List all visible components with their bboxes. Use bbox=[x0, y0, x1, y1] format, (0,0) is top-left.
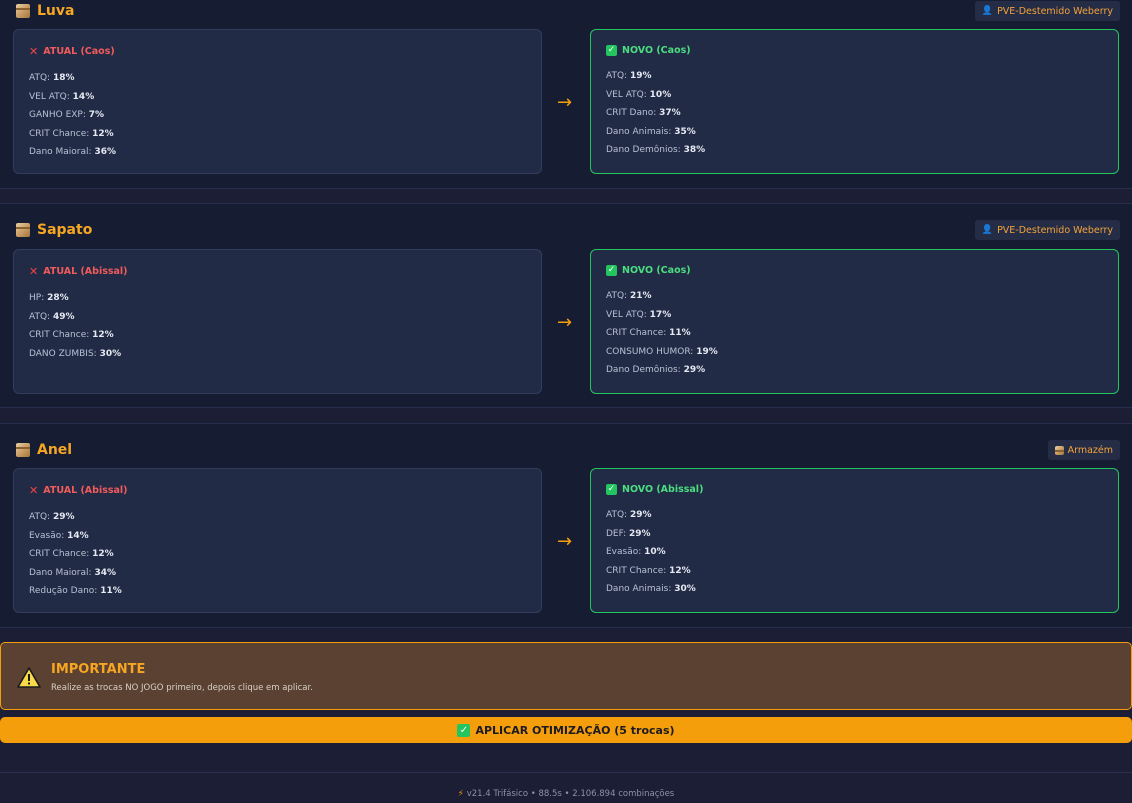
stat-line: VEL ATQ: 14% bbox=[29, 91, 95, 102]
card-header: ✓ NOVO (Caos) bbox=[606, 45, 1103, 56]
arrow-right-icon: → bbox=[557, 312, 573, 333]
stat-line: CRIT Chance: 12% bbox=[29, 128, 114, 139]
stat-line: ATQ: 29% bbox=[29, 512, 75, 522]
stat-line: Redução Dano: 11% bbox=[29, 586, 122, 596]
stat-line: VEL ATQ: 10% bbox=[606, 89, 672, 100]
important-notice: IMPORTANTE Realize as trocas NO JOGO pri… bbox=[0, 642, 1132, 710]
section-title: Luva bbox=[37, 3, 75, 19]
stat-line: ATQ: 49% bbox=[29, 311, 75, 322]
box-icon bbox=[16, 4, 30, 18]
new-item-card: ✓ NOVO (Caos) ATQ: 21% VEL ATQ: 17% CRIT… bbox=[590, 249, 1119, 394]
stat-line: HP: 28% bbox=[29, 293, 69, 303]
section-sapato: Sapato 👤 PVE-Destemido Weberry ✕ ATUAL (… bbox=[0, 203, 1132, 408]
section-luva: Luva 👤 PVE-Destemido Weberry ✕ ATUAL (Ca… bbox=[0, 0, 1132, 189]
stat-line: ATQ: 18% bbox=[29, 73, 75, 83]
stat-line: ATQ: 21% bbox=[606, 291, 652, 301]
stat-line: Evasão: 14% bbox=[29, 530, 89, 541]
stat-line: GANHO EXP: 7% bbox=[29, 110, 105, 120]
card-label: ATUAL (Abissal) bbox=[43, 266, 128, 277]
box-icon bbox=[16, 443, 30, 457]
person-icon: 👤 bbox=[981, 225, 994, 235]
stat-line: ATQ: 29% bbox=[606, 510, 652, 520]
badge-label: PVE-Destemido Weberry bbox=[997, 5, 1113, 17]
section-title: Anel bbox=[37, 442, 73, 458]
box-icon bbox=[16, 223, 30, 237]
location-badge: 👤 PVE-Destemido Weberry bbox=[974, 220, 1120, 240]
location-badge: 👤 PVE-Destemido Weberry bbox=[974, 1, 1120, 21]
stat-line: CRIT Chance: 12% bbox=[606, 565, 691, 576]
section-header: Luva bbox=[16, 1, 74, 21]
card-header: ✕ ATUAL (Abissal) bbox=[29, 265, 526, 278]
stat-line: Dano Animais: 35% bbox=[606, 126, 696, 137]
new-item-card: ✓ NOVO (Abissal) ATQ: 29% DEF: 29% Evasã… bbox=[590, 468, 1119, 613]
check-icon: ✓ bbox=[457, 723, 471, 737]
stat-line: DEF: 29% bbox=[606, 528, 651, 539]
stat-line: CRIT Chance: 12% bbox=[29, 330, 114, 340]
footer: ⚡ v21.4 Trifásico • 88.5s • 2.106.894 com… bbox=[0, 789, 1132, 799]
x-icon: ✕ bbox=[29, 484, 39, 497]
stat-line: Dano Animais: 30% bbox=[606, 584, 696, 594]
x-icon: ✕ bbox=[29, 265, 39, 278]
check-icon: ✓ bbox=[606, 45, 617, 56]
card-label: NOVO (Caos) bbox=[622, 265, 691, 276]
box-icon bbox=[1054, 445, 1064, 455]
card-label: NOVO (Caos) bbox=[622, 45, 691, 56]
badge-label: PVE-Destemido Weberry bbox=[997, 224, 1113, 236]
notice-title: IMPORTANTE bbox=[51, 662, 146, 677]
lightning-icon: ⚡ bbox=[457, 789, 464, 799]
optimizer-page: Luva 👤 PVE-Destemido Weberry ✕ ATUAL (Ca… bbox=[0, 0, 1132, 803]
card-header: ✓ NOVO (Caos) bbox=[606, 265, 1103, 276]
current-item-card: ✕ ATUAL (Abissal) ATQ: 29% Evasão: 14% C… bbox=[13, 468, 542, 613]
notice-text: Realize as trocas NO JOGO primeiro, depo… bbox=[51, 683, 313, 693]
card-header: ✓ NOVO (Abissal) bbox=[606, 484, 1103, 495]
badge-label: Armazém bbox=[1067, 444, 1113, 456]
stat-line: DANO ZUMBIS: 30% bbox=[29, 348, 122, 359]
current-item-card: ✕ ATUAL (Abissal) HP: 28% ATQ: 49% CRIT … bbox=[13, 249, 542, 394]
check-icon: ✓ bbox=[606, 484, 617, 495]
card-label: ATUAL (Caos) bbox=[43, 46, 115, 57]
location-badge: Armazém bbox=[1047, 440, 1120, 460]
person-icon: 👤 bbox=[981, 6, 994, 16]
arrow-right-icon: → bbox=[557, 92, 573, 113]
footer-divider bbox=[0, 772, 1132, 773]
stat-line: CRIT Chance: 11% bbox=[606, 328, 691, 338]
stat-line: Dano Demônios: 29% bbox=[606, 365, 706, 375]
stat-line: Evasão: 10% bbox=[606, 547, 666, 557]
stat-line: Dano Maioral: 36% bbox=[29, 147, 116, 157]
card-header: ✕ ATUAL (Caos) bbox=[29, 45, 526, 58]
check-icon: ✓ bbox=[606, 265, 617, 276]
card-header: ✕ ATUAL (Abissal) bbox=[29, 484, 526, 497]
stat-line: CONSUMO HUMOR: 19% bbox=[606, 346, 718, 357]
stat-line: Dano Maioral: 34% bbox=[29, 567, 116, 578]
card-label: ATUAL (Abissal) bbox=[43, 485, 128, 496]
x-icon: ✕ bbox=[29, 45, 39, 58]
section-header: Sapato bbox=[16, 220, 92, 240]
arrow-right-icon: → bbox=[557, 531, 573, 552]
current-item-card: ✕ ATUAL (Caos) ATQ: 18% VEL ATQ: 14% GAN… bbox=[13, 29, 542, 174]
apply-optimization-button[interactable]: ✓ APLICAR OTIMIZAÇÃO (5 trocas) bbox=[0, 717, 1132, 743]
stat-line: VEL ATQ: 17% bbox=[606, 309, 672, 320]
card-label: NOVO (Abissal) bbox=[622, 484, 704, 495]
stat-line: ATQ: 19% bbox=[606, 71, 652, 81]
section-title: Sapato bbox=[37, 222, 93, 238]
stat-line: CRIT Chance: 12% bbox=[29, 549, 114, 559]
stat-line: Dano Demônios: 38% bbox=[606, 145, 706, 155]
new-item-card: ✓ NOVO (Caos) ATQ: 19% VEL ATQ: 10% CRIT… bbox=[590, 29, 1119, 174]
section-header: Anel bbox=[16, 440, 72, 460]
section-anel: Anel Armazém ✕ ATUAL (Abissal) ATQ: 29% … bbox=[0, 423, 1132, 628]
apply-button-label: APLICAR OTIMIZAÇÃO (5 trocas) bbox=[475, 723, 675, 737]
stat-line: CRIT Dano: 37% bbox=[606, 108, 681, 118]
footer-text: v21.4 Trifásico • 88.5s • 2.106.894 comb… bbox=[466, 789, 675, 799]
warning-icon bbox=[17, 667, 41, 692]
